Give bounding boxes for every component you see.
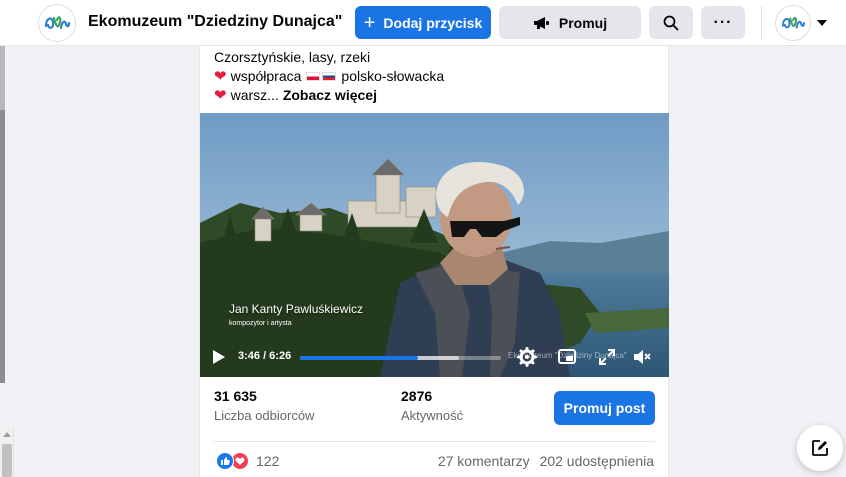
reach-value: 31 635 [214,388,257,404]
reactions-summary[interactable]: 122 [216,452,279,470]
engagement-value: 2876 [401,388,433,404]
promote-post-button[interactable]: Promuj post [554,391,655,425]
scroll-up-icon[interactable] [3,432,11,437]
engagement-label: Aktywność [401,408,464,423]
person-role: kompozytor i artysta [229,320,292,327]
shares-count-link[interactable]: 202 udostępnienia [540,453,654,469]
fullscreen-icon[interactable] [597,347,617,367]
video-controls: 3:46 / 6:26 [200,341,669,377]
post-line-text: współpraca [230,68,302,84]
video-progress-fill [300,356,418,360]
lower-third-caption: Jan Kanty Pawluśkiewicz kompozytor i art… [229,302,363,327]
megaphone-icon [533,16,549,29]
post-line-text: polsko-słowacka [341,68,445,84]
video-progress-bar[interactable] [300,356,501,360]
promote-button[interactable]: Promuj [499,6,641,39]
ekomuzeum-logo-icon [782,16,805,29]
engagement-counts: 27 komentarzy 202 udostępnienia [432,453,654,469]
engagement-stat[interactable]: 2876 Aktywność [401,388,463,423]
search-button[interactable] [649,6,693,39]
compose-message-button[interactable] [797,425,843,471]
post-line-text: warsz... [230,87,279,103]
more-options-button[interactable]: ··· [701,6,745,39]
heart-icon: ❤ [214,68,227,85]
account-switcher[interactable] [775,4,835,42]
page-title[interactable]: Ekomuzeum "Dziedziny Dunajca" [88,13,342,31]
add-button[interactable]: + Dodaj przycisk [355,6,491,39]
top-bar: Ekomuzeum "Dziedziny Dunajca" + Dodaj pr… [0,0,846,46]
scroll-thumb[interactable] [2,444,12,477]
page-logo[interactable] [38,4,76,42]
plus-icon: + [363,11,376,34]
video-player[interactable]: Jan Kanty Pawluśkiewicz kompozytor i art… [200,113,669,377]
add-button-label: Dodaj przycisk [383,14,483,31]
video-time: 3:46 / 6:26 [238,350,292,362]
poland-flag-icon [306,72,321,81]
person-name: Jan Kanty Pawluśkiewicz [229,302,364,316]
ekomuzeum-logo-icon [44,16,71,30]
heart-icon: ❤ [214,87,227,104]
chevron-down-icon [817,20,827,26]
see-more-link[interactable]: Zobacz więcej [283,86,377,105]
reactions-count: 122 [256,453,280,469]
divider [214,441,655,442]
left-edge-image-dark [0,110,5,383]
avatar [775,5,811,41]
promote-button-label: Promuj [558,14,608,31]
reach-label: Liczba odbiorców [214,408,315,423]
edit-icon [812,440,828,456]
top-divider [761,6,762,39]
volume-muted-icon[interactable] [632,347,652,367]
picture-in-picture-icon[interactable] [557,347,577,367]
post-line-text: Czorsztyńskie, lasy, rzeki [214,49,371,65]
post-text: Czorsztyńskie, lasy, rzeki ❤ współpraca … [214,48,444,105]
more-options-icon: ··· [713,13,733,31]
search-icon [663,15,679,30]
post-line: ❤ współpraca polsko-słowacka [214,67,444,86]
like-reaction-icon [216,452,234,470]
slovakia-flag-icon [322,72,337,81]
comments-count-link[interactable]: 27 komentarzy [438,453,530,469]
video-frame-image [200,113,669,377]
reach-stat[interactable]: 31 635 Liczba odbiorców [214,388,314,423]
scrollbar[interactable] [0,428,14,477]
post-line: ❤ warsz... Zobacz więcej [214,86,444,105]
post-card: Czorsztyńskie, lasy, rzeki ❤ współpraca … [199,46,669,477]
play-icon[interactable] [213,350,225,364]
settings-gear-icon[interactable] [517,347,537,367]
post-line: Czorsztyńskie, lasy, rzeki [214,48,444,67]
